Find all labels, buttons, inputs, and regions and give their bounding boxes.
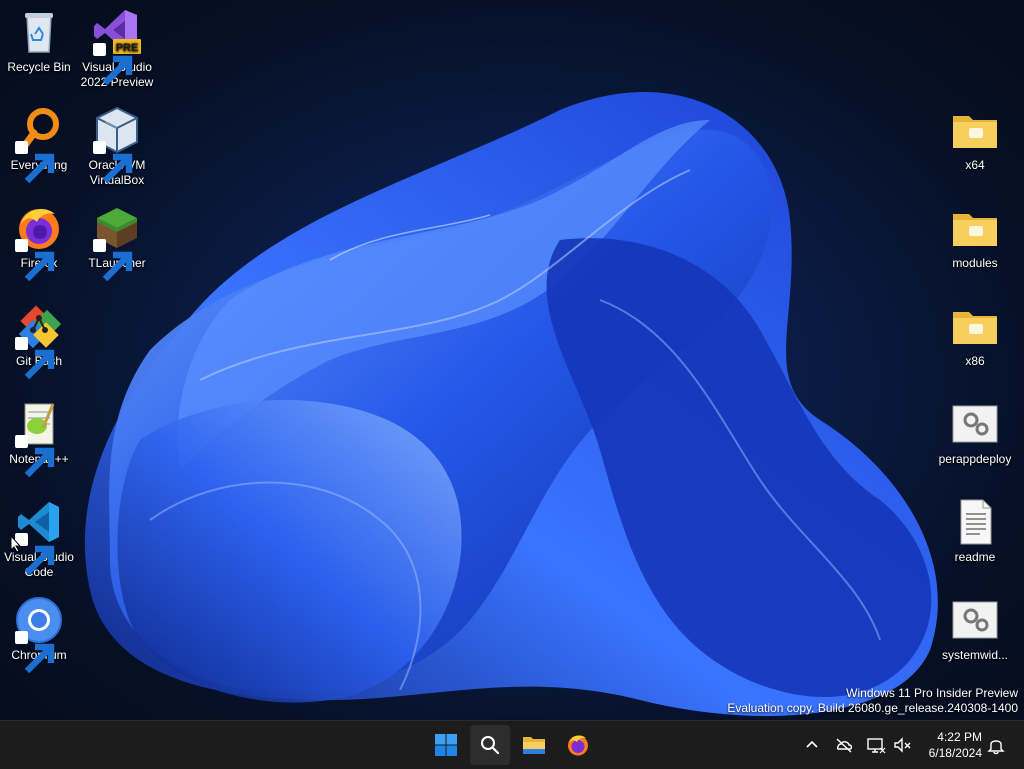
desktop-icon-x64[interactable]: x64: [937, 104, 1013, 173]
taskbar: 4:22 PM 6/18/2024: [0, 720, 1024, 769]
folder-icon: [949, 300, 1001, 352]
file-explorer-icon: [523, 737, 545, 754]
watermark-line-2: Evaluation copy. Build 26080.ge_release.…: [727, 701, 1018, 715]
git-bash-icon: [13, 300, 65, 380]
notepad-plus-plus-icon: [13, 398, 65, 478]
watermark-line-1: Windows 11 Pro Insider Preview: [846, 686, 1018, 700]
desktop-icon-systemwide[interactable]: systemwid...: [937, 594, 1013, 663]
file-explorer-button[interactable]: [514, 725, 554, 765]
everything-search-icon: [13, 104, 65, 184]
clock-time: 4:22 PM: [937, 730, 982, 744]
firefox-icon: [568, 735, 588, 756]
tlauncher-icon: [91, 202, 143, 282]
desktop-icon-label: x64: [965, 158, 985, 172]
desktop-icon-x86[interactable]: x86: [937, 300, 1013, 369]
search-button[interactable]: [470, 725, 510, 765]
desktop-icon-perappdeploy[interactable]: perappdeploy: [937, 398, 1013, 467]
desktop-icon-label: modules: [952, 256, 998, 270]
desktop-icon-label: readme: [954, 550, 996, 564]
folder-icon: [949, 104, 1001, 156]
search-icon: [481, 736, 500, 755]
desktop-icon-chromium[interactable]: Chromium: [1, 594, 77, 674]
speaker-muted-icon[interactable]: [892, 735, 912, 755]
desktop-icon-modules[interactable]: modules: [937, 202, 1013, 271]
shortcut-arrow-icon: [15, 631, 55, 674]
onedrive-offline-icon[interactable]: [834, 735, 854, 755]
desktop-icon-visual-studio[interactable]: PRE Visual Studio 2022 Preview: [79, 6, 155, 90]
desktop-icon-readme[interactable]: readme: [937, 496, 1013, 565]
settings-file-icon: [949, 398, 1001, 450]
settings-file-icon: [949, 594, 1001, 646]
visual-studio-icon: PRE: [91, 6, 143, 86]
desktop: Recycle Bin Everything Firefox Git Bash …: [0, 0, 1024, 720]
shortcut-arrow-icon: [15, 141, 55, 184]
taskbar-clock[interactable]: 4:22 PM 6/18/2024: [929, 729, 982, 761]
folder-icon: [949, 202, 1001, 254]
shortcut-arrow-icon: [93, 239, 133, 282]
shortcut-arrow-icon: [93, 43, 133, 86]
desktop-icon-recycle-bin[interactable]: Recycle Bin: [1, 6, 77, 75]
firefox-taskbar-button[interactable]: [558, 725, 598, 765]
evaluation-watermark: Windows 11 Pro Insider Preview Evaluatio…: [727, 686, 1018, 716]
desktop-icon-label: Recycle Bin: [7, 60, 71, 74]
desktop-icon-notepad-plus-plus[interactable]: Notepad++: [1, 398, 77, 478]
firefox-icon: [13, 202, 65, 282]
network-icon[interactable]: [866, 735, 886, 755]
clock-date: 6/18/2024: [928, 746, 982, 760]
shortcut-arrow-icon: [15, 435, 55, 478]
shortcut-arrow-icon: [93, 141, 133, 184]
virtualbox-icon: [91, 104, 143, 184]
start-icon: [435, 734, 457, 756]
shortcut-arrow-icon: [15, 337, 55, 380]
desktop-icon-visual-studio-2022-preview[interactable]: Everything: [1, 104, 77, 184]
shortcut-arrow-icon: [15, 239, 55, 282]
start-button[interactable]: [426, 725, 466, 765]
desktop-icon-oracle-vm-virtualbox[interactable]: Oracle VM VirtualBox: [79, 104, 155, 188]
desktop-icon-label: x86: [965, 354, 985, 368]
desktop-icon-tlauncher[interactable]: TLauncher: [79, 202, 155, 282]
chromium-icon: [13, 594, 65, 674]
chevron-up-icon[interactable]: [802, 735, 822, 755]
desktop-icon-label: perappdeploy: [938, 452, 1012, 466]
text-file-icon: [949, 496, 1001, 548]
desktop-icon-label: systemwid...: [941, 648, 1008, 662]
desktop-icon-firefox[interactable]: Firefox: [1, 202, 77, 282]
desktop-icon-git-bash[interactable]: Git Bash: [1, 300, 77, 380]
notification-bell-icon[interactable]: [986, 735, 1006, 755]
recycle-bin-icon: [13, 6, 65, 58]
mouse-cursor-icon: [10, 535, 22, 553]
